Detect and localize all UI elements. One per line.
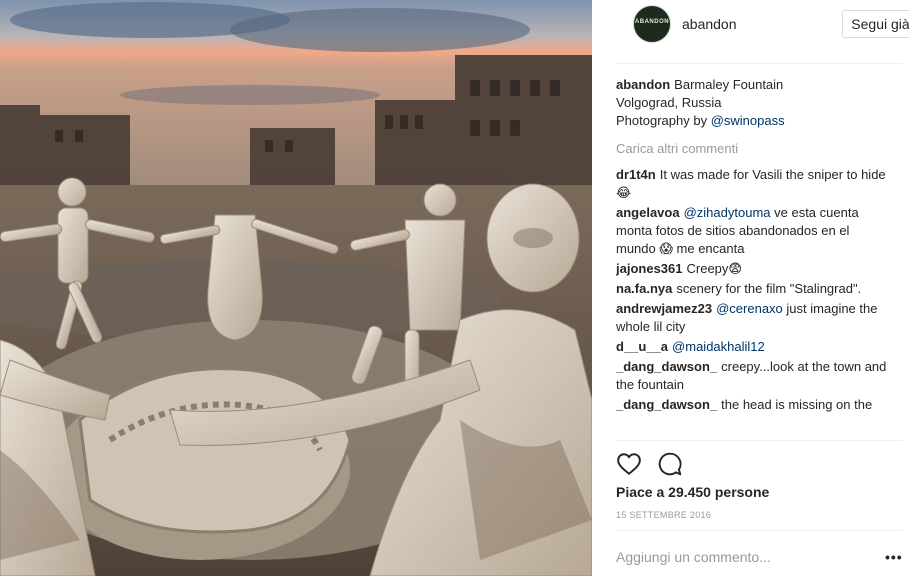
- caption-line-2: Volgograd, Russia: [616, 95, 722, 110]
- divider: [616, 440, 903, 441]
- comment-text: scenery for the film "Stalingrad".: [676, 281, 862, 296]
- avatar-logo-text: ABANDON: [634, 19, 670, 25]
- post-header: ABANDON abandon Segui già: [616, 0, 909, 64]
- comment-username[interactable]: angelavoa: [616, 205, 680, 220]
- comment-item: andrewjamez23 @cerenaxo just imagine the …: [616, 300, 891, 336]
- comment-mention[interactable]: @zihadytouma: [684, 205, 771, 220]
- load-more-comments-link[interactable]: Carica altri commenti: [616, 140, 891, 158]
- caption: abandon Barmaley Fountain Volgograd, Russ…: [616, 76, 891, 130]
- comment-username[interactable]: dr1t4n: [616, 167, 656, 182]
- comment-item: _dang_dawson_ the head is missing on the: [616, 396, 891, 414]
- comments-section: abandon Barmaley Fountain Volgograd, Russ…: [616, 76, 891, 440]
- caption-line-3-text: Photography by: [616, 113, 711, 128]
- photo-illustration: [0, 0, 592, 576]
- comment-item: d__u__a @maidakhalil12: [616, 338, 891, 356]
- comment-text: the head is missing on the: [721, 397, 873, 412]
- likes-count[interactable]: Piace a 29.450 persone: [616, 484, 769, 500]
- comment-item: jajones361 Creepy😨: [616, 260, 891, 278]
- caption-line-1: Barmaley Fountain: [674, 77, 784, 92]
- caption-mention[interactable]: @swinopass: [711, 113, 785, 128]
- comment-mention[interactable]: @maidakhalil12: [672, 339, 765, 354]
- comment-item: angelavoa @zihadytouma ve esta cuenta mon…: [616, 204, 891, 258]
- comment-icon[interactable]: [657, 451, 683, 477]
- comment-item: _dang_dawson_ creepy...look at the town a…: [616, 358, 891, 394]
- comment-item: na.fa.nya scenery for the film "Stalingra…: [616, 280, 891, 298]
- comment-text: Creepy😨: [686, 261, 742, 276]
- post-side-panel: ABANDON abandon Segui già abandon Barmale…: [600, 0, 909, 576]
- heart-icon[interactable]: [616, 451, 642, 477]
- comment-username[interactable]: _dang_dawson_: [616, 397, 717, 412]
- more-options-icon[interactable]: •••: [885, 549, 903, 565]
- divider: [616, 530, 903, 531]
- caption-username[interactable]: abandon: [616, 77, 670, 92]
- comment-item: dr1t4n It was made for Vasili the sniper …: [616, 166, 891, 202]
- comment-username[interactable]: _dang_dawson_: [616, 359, 717, 374]
- comment-username[interactable]: andrewjamez23: [616, 301, 712, 316]
- comment-text: It was made for Vasili the sniper to hid…: [616, 167, 886, 200]
- avatar[interactable]: ABANDON: [633, 5, 671, 43]
- comment-username[interactable]: na.fa.nya: [616, 281, 672, 296]
- comment-mention[interactable]: @cerenaxo: [716, 301, 783, 316]
- follow-button[interactable]: Segui già: [842, 10, 909, 38]
- header-username[interactable]: abandon: [682, 16, 737, 32]
- post-photo[interactable]: [0, 0, 592, 576]
- comment-username[interactable]: d__u__a: [616, 339, 668, 354]
- add-comment-input[interactable]: [616, 546, 866, 568]
- post-date: 15 SETTEMBRE 2016: [616, 510, 712, 520]
- comment-username[interactable]: jajones361: [616, 261, 683, 276]
